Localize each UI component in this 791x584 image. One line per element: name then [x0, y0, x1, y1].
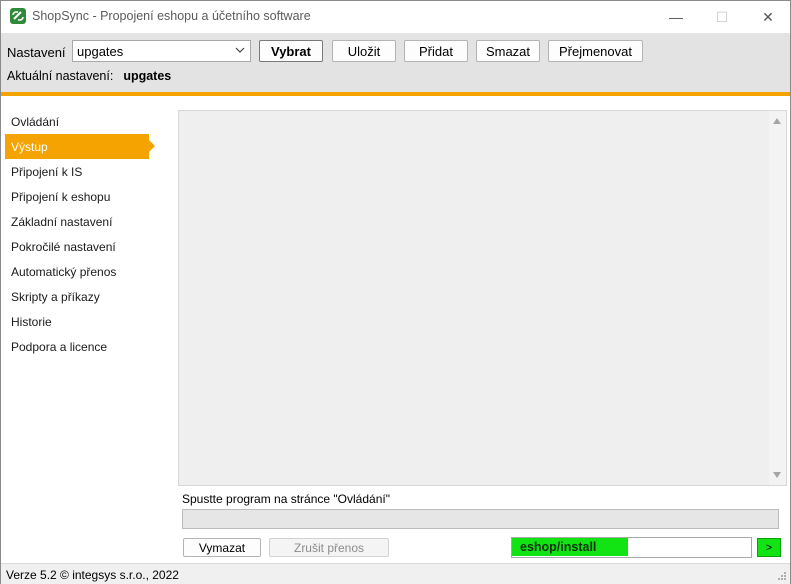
- chevron-down-icon: [235, 47, 245, 53]
- sidebar-item-pokrocile-nastaveni[interactable]: Pokročilé nastavení: [5, 234, 149, 259]
- current-settings-value: upgates: [123, 69, 172, 83]
- command-input[interactable]: eshop/install: [511, 537, 752, 558]
- resize-grip-icon[interactable]: [777, 571, 787, 581]
- progress-bar: [182, 509, 779, 529]
- toolbar: Nastavení upgates Vybrat Uložit Přidat S…: [1, 33, 790, 92]
- sidebar-item-skripty[interactable]: Skripty a příkazy: [5, 284, 149, 309]
- sidebar-item-zakladni-nastaveni[interactable]: Základní nastavení: [5, 209, 149, 234]
- scroll-down-icon[interactable]: [773, 472, 781, 478]
- cancel-transfer-button[interactable]: Zrušit přenos: [269, 538, 389, 557]
- close-button[interactable]: ✕: [745, 1, 791, 33]
- sidebar-item-historie[interactable]: Historie: [5, 309, 149, 334]
- clear-button[interactable]: Vymazat: [183, 538, 261, 557]
- title-bar: ShopSync - Propojení eshopu a účetního s…: [1, 1, 790, 33]
- settings-label: Nastavení: [7, 45, 66, 60]
- sidebar-item-vystup[interactable]: Výstup: [5, 134, 155, 159]
- sidebar-item-pripojeni-is[interactable]: Připojení k IS: [5, 159, 149, 184]
- status-message: Spustte program na stránce "Ovládání": [182, 492, 390, 506]
- settings-select-value: upgates: [77, 43, 124, 59]
- settings-select[interactable]: upgates: [72, 40, 251, 62]
- sidebar-item-pripojeni-eshop[interactable]: Připojení k eshopu: [5, 184, 149, 209]
- accent-divider: [1, 92, 790, 96]
- version-text: Verze 5.2 © integsys s.r.o., 2022: [6, 568, 179, 582]
- output-log[interactable]: [178, 110, 787, 486]
- rename-button[interactable]: Přejmenovat: [548, 40, 643, 62]
- save-button[interactable]: Uložit: [332, 40, 396, 62]
- run-command-button[interactable]: >: [757, 538, 781, 557]
- scroll-up-icon[interactable]: [773, 118, 781, 124]
- window-title: ShopSync - Propojení eshopu a účetního s…: [32, 9, 311, 23]
- current-settings: Aktuální nastavení: upgates: [7, 69, 171, 83]
- current-settings-label: Aktuální nastavení:: [7, 69, 114, 83]
- sidebar-item-podpora[interactable]: Podpora a licence: [5, 334, 149, 359]
- select-button[interactable]: Vybrat: [259, 40, 323, 62]
- command-input-value: eshop/install: [512, 538, 628, 556]
- app-window: ShopSync - Propojení eshopu a účetního s…: [0, 0, 791, 584]
- sidebar-item-ovladani[interactable]: Ovládání: [5, 109, 149, 134]
- add-button[interactable]: Přidat: [404, 40, 468, 62]
- delete-button[interactable]: Smazat: [476, 40, 540, 62]
- vertical-scrollbar[interactable]: [769, 111, 786, 485]
- maximize-button[interactable]: ☐: [699, 1, 745, 33]
- app-logo-icon: [10, 8, 26, 24]
- minimize-button[interactable]: —: [653, 1, 699, 33]
- sidebar-item-automaticky-prenos[interactable]: Automatický přenos: [5, 259, 149, 284]
- status-bar: Verze 5.2 © integsys s.r.o., 2022: [1, 563, 790, 584]
